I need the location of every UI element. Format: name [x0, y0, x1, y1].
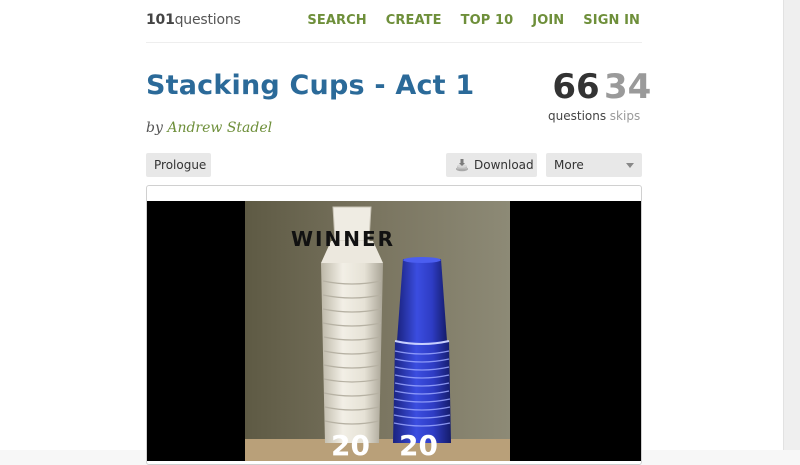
logo-number: 101 [146, 12, 175, 28]
author-link[interactable]: Andrew Stadel [167, 120, 272, 136]
page: 101questions SEARCH CREATE TOP 10 JOIN S… [0, 0, 783, 465]
right-cup-count: 20 [399, 429, 438, 461]
skips-stat: 34 skips [604, 67, 652, 123]
nav-join-link[interactable]: JOIN [532, 13, 564, 28]
questions-count: 66 [552, 67, 600, 107]
scrollbar-track[interactable] [783, 0, 800, 450]
winner-label: WINNER [291, 227, 396, 251]
nav-signin-link[interactable]: SIGN IN [583, 13, 640, 28]
more-label: More [554, 158, 584, 172]
site-logo[interactable]: 101questions [146, 12, 241, 28]
video-player[interactable]: WINNER 20 20 [147, 201, 641, 461]
chevron-down-icon [626, 163, 634, 168]
skips-count: 34 [604, 67, 652, 107]
prologue-button[interactable]: Prologue [146, 153, 211, 177]
left-cup-count: 20 [331, 429, 370, 461]
page-title: Stacking Cups - Act 1 [146, 70, 475, 101]
download-button[interactable]: Download [446, 153, 537, 177]
prologue-label: Prologue [154, 158, 207, 172]
main-nav: SEARCH CREATE TOP 10 JOIN SIGN IN [288, 13, 640, 28]
nav-top10-link[interactable]: TOP 10 [461, 13, 514, 28]
download-label: Download [474, 158, 534, 172]
more-dropdown[interactable]: More [546, 153, 642, 177]
video-frame: WINNER 20 20 [245, 201, 510, 461]
nav-search-link[interactable]: SEARCH [307, 13, 366, 28]
logo-word: questions [174, 12, 241, 28]
questions-stat: 66 questions [548, 67, 607, 123]
skips-label: skips [609, 109, 641, 123]
byline: by Andrew Stadel [146, 120, 272, 136]
top-navigation-bar: 101questions SEARCH CREATE TOP 10 JOIN S… [146, 0, 642, 43]
questions-label: questions [548, 109, 607, 123]
byline-prefix: by [146, 120, 163, 136]
download-icon [456, 159, 468, 172]
nav-create-link[interactable]: CREATE [386, 13, 442, 28]
